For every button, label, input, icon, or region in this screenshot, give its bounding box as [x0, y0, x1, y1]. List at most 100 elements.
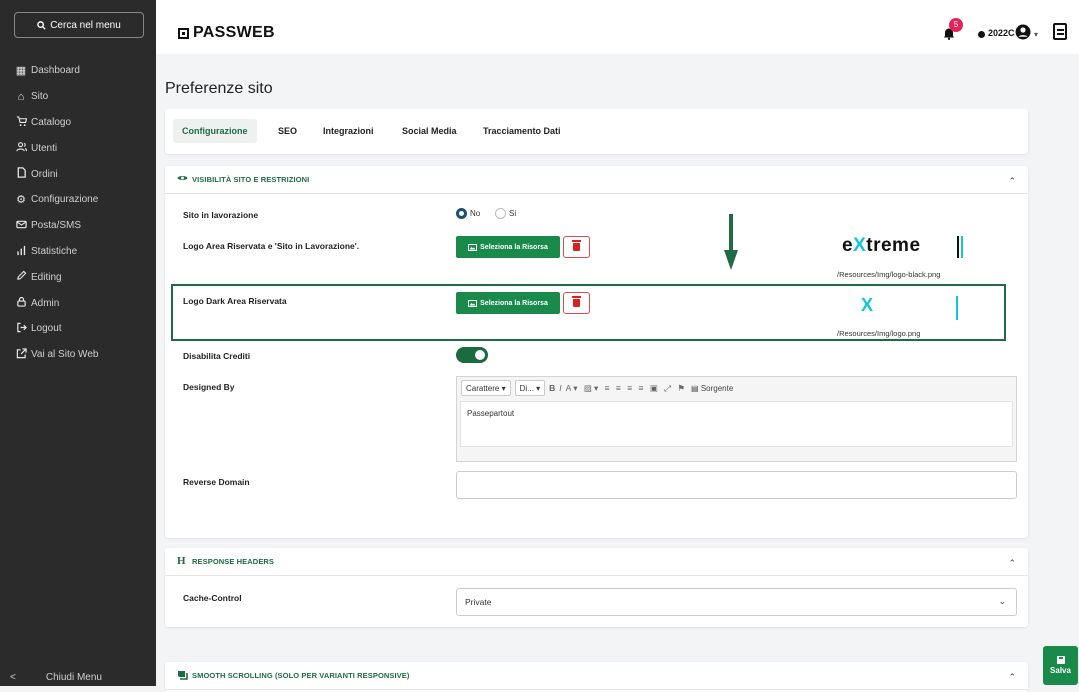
logo-dark-path: /Resources/Img/logo.png — [837, 329, 921, 338]
logo-dark-label: Logo Dark Area Riservata — [183, 296, 287, 306]
visibility-section-header[interactable]: VISIBILITÀ SITO E RESTRIZIONI ⌃ — [165, 166, 1028, 194]
select-resource-button[interactable]: Seleziona la Risorsa — [456, 236, 560, 258]
cart-icon — [14, 115, 28, 130]
notification-badge: 5 — [949, 18, 963, 32]
lock-icon — [14, 296, 28, 310]
menu-search-button[interactable]: Cerca nel menu — [14, 12, 144, 38]
formatting-tools[interactable]: B I A▾ ▨▾ ≡ ≡ ≡ ≡ ▣ ⤢ ⚑ — [549, 383, 687, 394]
passweb-logo-icon — [178, 27, 189, 39]
sidebar-item-label: Statistiche — [31, 245, 78, 257]
sidebar-item-label: Configurazione — [31, 194, 99, 206]
external-link-icon — [14, 348, 28, 362]
search-icon — [37, 20, 46, 30]
grid-icon: ▦ — [15, 65, 27, 77]
top-bar: PASSWEB 5 2022C ▾ — [156, 0, 1079, 54]
reverse-domain-label: Reverse Domain — [183, 477, 250, 487]
chevron-left-icon: < — [10, 671, 16, 683]
tab-tracciamento-dati[interactable]: Tracciamento Dati — [483, 126, 561, 136]
brand-logo[interactable]: PASSWEB — [178, 24, 275, 42]
tab-seo[interactable]: SEO — [278, 126, 297, 136]
logo-bar — [961, 236, 963, 258]
sidebar-item-label: Vai al Sito Web — [31, 349, 99, 361]
sidebar-item-logout[interactable]: Logout — [0, 316, 156, 342]
cache-control-label: Cache-Control — [183, 593, 242, 603]
sidebar-item-catalogo[interactable]: Catalogo — [0, 110, 156, 136]
sidebar-item-posta-sms[interactable]: Posta/SMS — [0, 213, 156, 239]
sidebar: Cerca nel menu ▦ Dashboard ⌂ Sito Catalogo… — [0, 0, 156, 686]
delete-resource-button[interactable] — [563, 236, 590, 258]
logo-text-x: X — [853, 235, 867, 256]
source-button[interactable]: ▤ Sorgente — [691, 384, 733, 393]
disable-credits-label: Disabilita Crediti — [183, 351, 251, 361]
editor-toolbar: Carattere ▾ Di... ▾ B I A▾ ▨▾ ≡ ≡ ≡ ≡ ▣ ⤢ … — [457, 377, 1016, 399]
cache-control-value: Private — [465, 597, 492, 607]
logo-bar — [957, 236, 959, 258]
chevron-up-icon[interactable]: ⌃ — [1008, 672, 1016, 683]
tab-configurazione[interactable]: Configurazione — [173, 119, 257, 143]
reverse-domain-input[interactable] — [456, 471, 1017, 499]
sidebar-item-configurazione[interactable]: ⚙ Configurazione — [0, 187, 156, 213]
close-menu-button[interactable]: < Chiudi Menu — [0, 668, 156, 686]
designed-by-label: Designed By — [183, 382, 235, 392]
radio-no-label: No — [470, 209, 481, 218]
logo-reserved-label: Logo Area Riservata e 'Sito in Lavorazio… — [183, 241, 360, 251]
gear-icon: ⚙ — [16, 193, 26, 206]
sidebar-item-editing[interactable]: Editing — [0, 264, 156, 290]
section-title: SMOOTH SCROLLING (SOLO PER VARIANTI RESP… — [192, 671, 410, 680]
book-icon[interactable] — [1053, 23, 1067, 40]
size-select[interactable]: Di... ▾ — [514, 380, 546, 396]
chevron-up-icon[interactable]: ⌃ — [1008, 176, 1016, 187]
rich-text-editor: Carattere ▾ Di... ▾ B I A▾ ▨▾ ≡ ≡ ≡ ≡ ▣ ⤢ … — [456, 376, 1017, 462]
sidebar-item-label: Posta/SMS — [31, 220, 82, 232]
tabs-bar: Configurazione SEO Integrazioni Social M… — [165, 109, 1028, 154]
logo-text-part: e — [842, 235, 854, 256]
select-resource-button[interactable]: Seleziona la Risorsa — [456, 292, 560, 314]
cache-control-select[interactable]: Private ⌄ — [456, 588, 1017, 616]
chevron-up-icon[interactable]: ⌃ — [1008, 558, 1016, 569]
user-avatar-icon[interactable] — [1015, 24, 1031, 40]
radio-no[interactable] — [456, 208, 467, 219]
font-select[interactable]: Carattere ▾ — [461, 380, 511, 396]
sidebar-item-label: Dashboard — [31, 65, 80, 77]
sidebar-item-sito[interactable]: ⌂ Sito — [0, 84, 156, 110]
align-icons[interactable]: A▾ ▨▾ ≡ ≡ ≡ ≡ ▣ ⤢ ⚑ — [566, 383, 687, 394]
sidebar-item-label: Editing — [31, 271, 62, 283]
tab-integrazioni[interactable]: Integrazioni — [323, 126, 374, 136]
heading-icon: H — [177, 555, 186, 567]
select-resource-label: Seleziona la Risorsa — [480, 243, 548, 251]
chevron-down-icon: ⌄ — [998, 596, 1006, 606]
source-label: Sorgente — [700, 383, 734, 393]
document-icon — [14, 167, 28, 181]
chevron-down-icon[interactable]: ▾ — [1034, 30, 1038, 39]
disable-credits-toggle[interactable] — [456, 347, 488, 363]
bold-icon[interactable]: B — [549, 383, 557, 393]
sidebar-item-label: Catalogo — [31, 116, 72, 128]
sidebar-item-dashboard[interactable]: ▦ Dashboard — [0, 58, 156, 84]
scroll-icon — [178, 671, 188, 680]
font-select-value: Carattere — [466, 383, 500, 393]
sidebar-item-ordini[interactable]: Ordini — [0, 161, 156, 187]
save-icon — [1056, 656, 1065, 664]
section-title: RESPONSE HEADERS — [192, 557, 275, 566]
image-icon — [468, 243, 478, 251]
trash-icon — [572, 296, 581, 307]
italic-icon[interactable]: I — [559, 383, 563, 393]
tab-social-media[interactable]: Social Media — [402, 126, 457, 136]
menu-search-label: Cerca nel menu — [50, 19, 121, 31]
sidebar-item-vai-al-sito-web[interactable]: Vai al Sito Web — [0, 342, 156, 368]
sidebar-item-admin[interactable]: Admin — [0, 290, 156, 316]
designed-by-textarea[interactable]: Passepartout — [460, 401, 1013, 447]
sidebar-item-statistiche[interactable]: Statistiche — [0, 239, 156, 265]
sidebar-item-label: Utenti — [31, 142, 58, 154]
radio-si[interactable] — [495, 208, 506, 219]
save-label: Salva — [1050, 666, 1071, 675]
save-button[interactable]: Salva — [1043, 646, 1078, 685]
status-dot — [978, 31, 985, 38]
image-icon — [468, 299, 478, 307]
page-title: Preferenze sito — [165, 80, 273, 97]
response-headers-header[interactable]: H RESPONSE HEADERS ⌃ — [165, 548, 1028, 576]
sidebar-item-utenti[interactable]: Utenti — [0, 135, 156, 161]
users-icon — [14, 141, 28, 155]
delete-resource-button[interactable] — [563, 292, 590, 314]
user-name[interactable]: 2022C — [988, 28, 1015, 38]
